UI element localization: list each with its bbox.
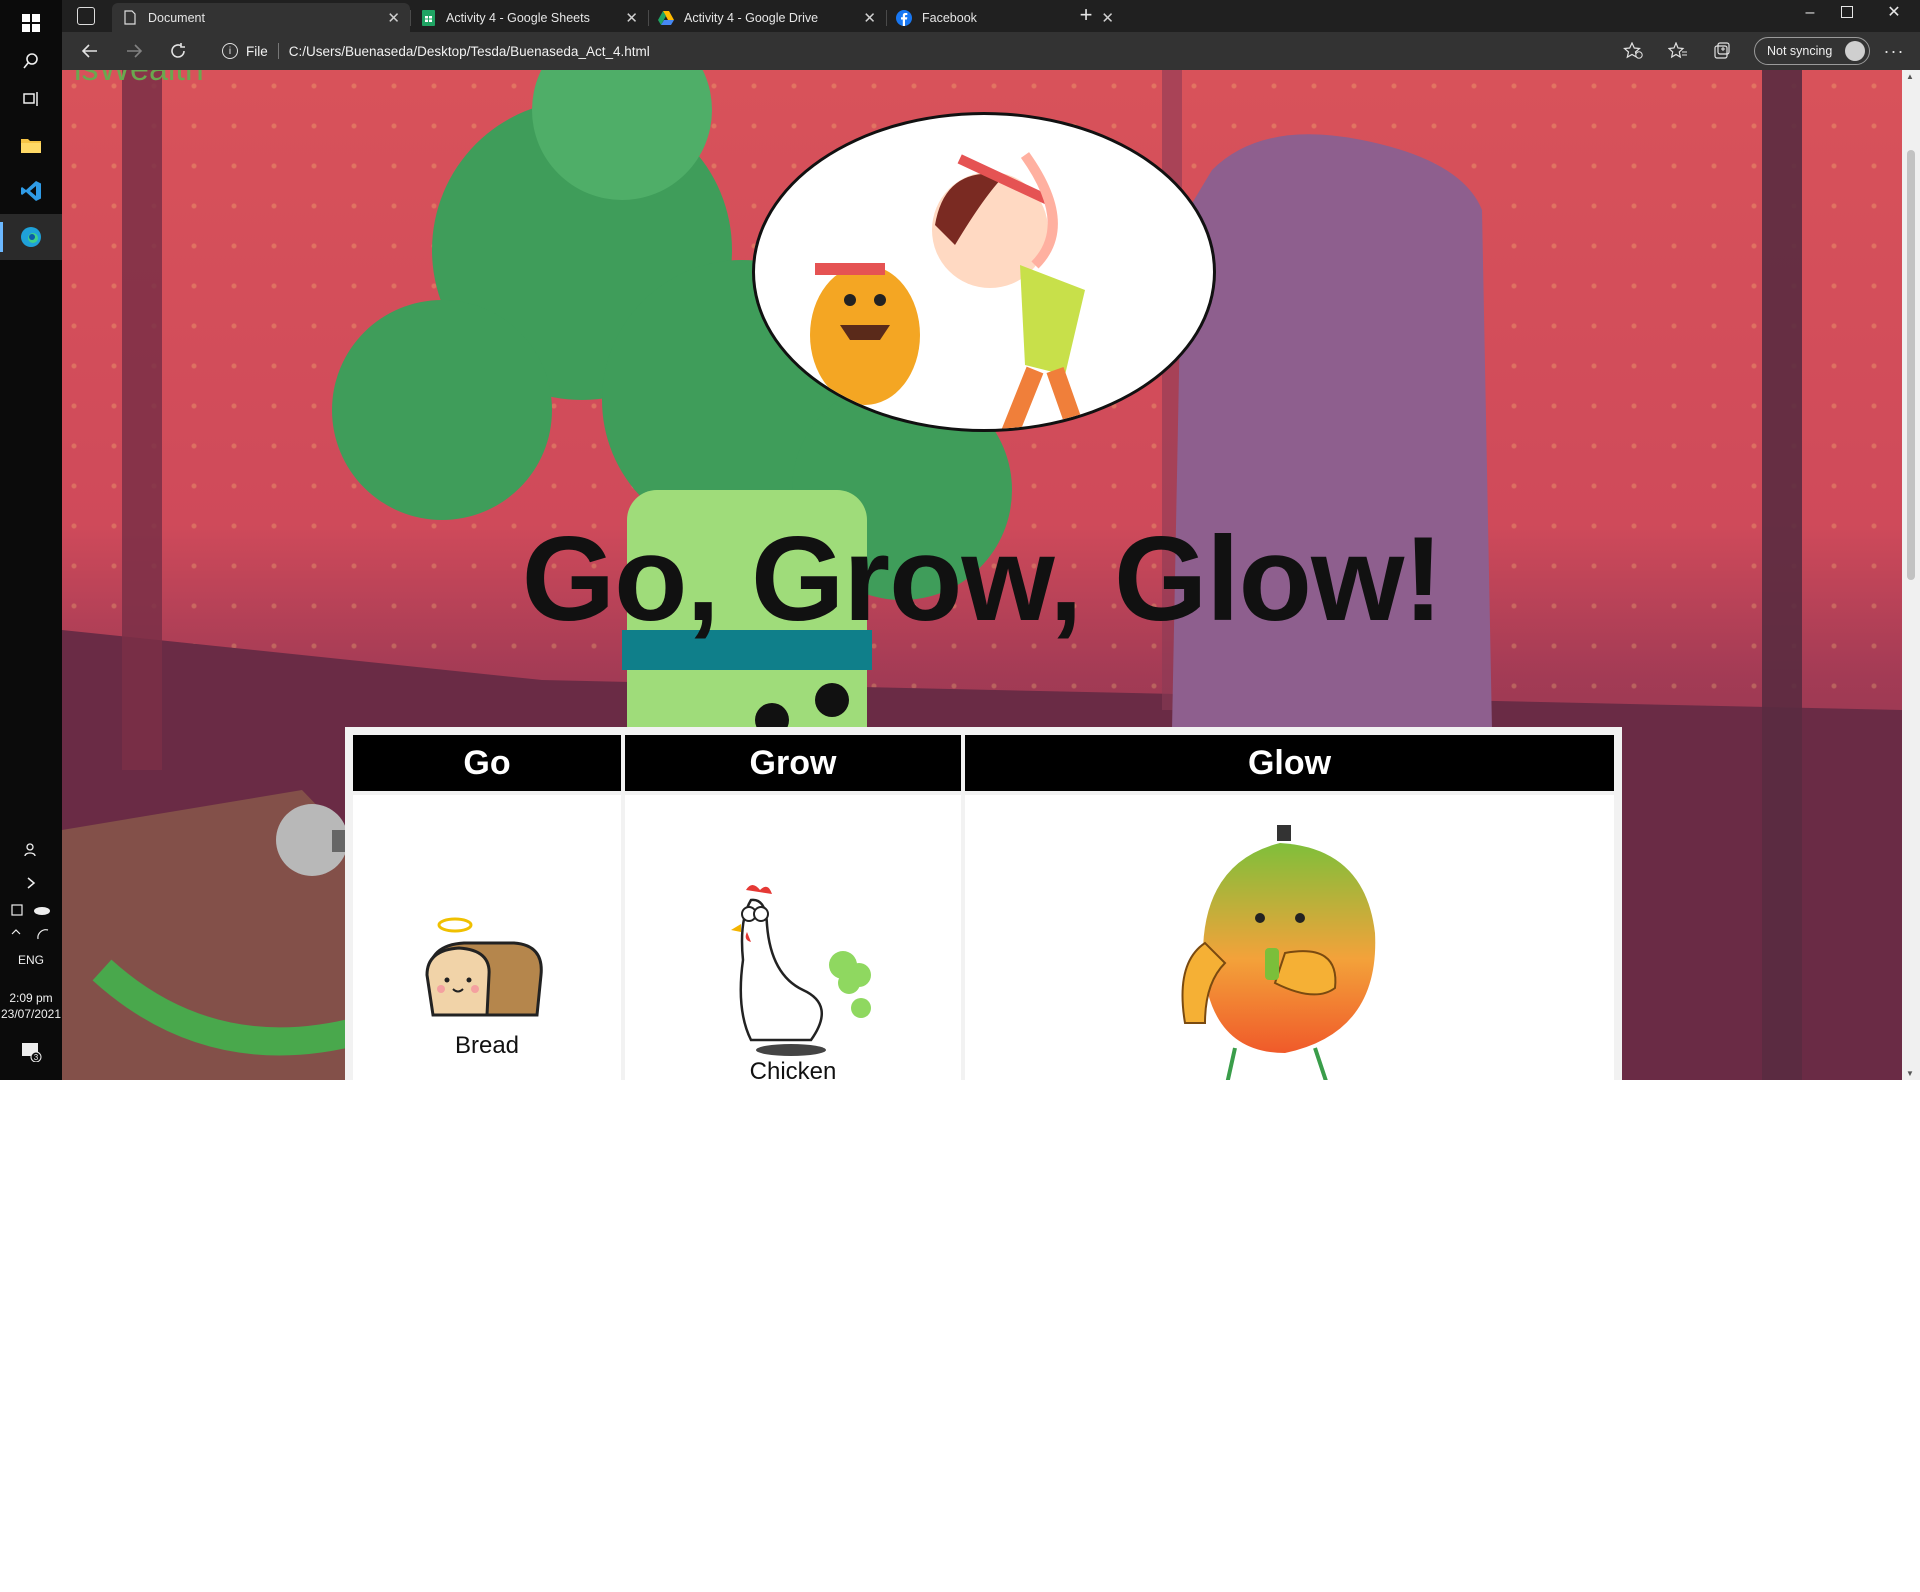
- language-indicator[interactable]: ENG: [0, 952, 62, 968]
- avatar: [1845, 41, 1865, 61]
- browser-toolbar: i File C:/Users/Buenaseda/Desktop/Tesda/…: [62, 32, 1920, 70]
- table-header-row: Go Grow Glow: [353, 735, 1614, 791]
- favorites-icon[interactable]: [1664, 38, 1692, 64]
- chicken-image: [731, 885, 871, 1056]
- people-icon[interactable]: [0, 842, 62, 858]
- page-viewport: isWealth Go, Grow, Glow!: [62, 70, 1902, 1080]
- task-view-icon[interactable]: [0, 76, 62, 122]
- refresh-button[interactable]: [164, 38, 192, 64]
- address-url[interactable]: C:/Users/Buenaseda/Desktop/Tesda/Buenase…: [289, 44, 650, 59]
- page-title: Go, Grow, Glow!: [521, 512, 1444, 646]
- tab-label: Facebook: [922, 10, 977, 25]
- address-bar[interactable]: i File C:/Users/Buenaseda/Desktop/Tesda/…: [212, 36, 1680, 66]
- close-icon[interactable]: ✕: [387, 9, 400, 27]
- address-scheme: File: [246, 43, 268, 59]
- edge-browser-icon[interactable]: [0, 214, 62, 260]
- tab-google-drive[interactable]: Activity 4 - Google Drive ✕: [648, 3, 886, 32]
- sync-label: Not syncing: [1767, 44, 1833, 58]
- cell-glow: [965, 795, 1614, 1080]
- taskbar: ENG 2:09 pm 23/07/2021 3: [0, 0, 62, 1080]
- chevron-right-icon[interactable]: [0, 876, 62, 890]
- profile-sync-button[interactable]: Not syncing: [1754, 37, 1870, 65]
- minimize-button[interactable]: –: [1798, 4, 1822, 28]
- tab-actions-icon[interactable]: [77, 7, 95, 25]
- facebook-icon: [896, 9, 912, 26]
- screen: ENG 2:09 pm 23/07/2021 3 Document ✕ Acti…: [0, 0, 1920, 1080]
- exercise-oval-image: [752, 112, 1216, 432]
- mango-image: [1181, 825, 1376, 1080]
- page-icon: [122, 10, 138, 26]
- table-row: Bread Chicken: [353, 795, 1614, 1080]
- more-options-icon[interactable]: ···: [1880, 38, 1908, 64]
- header-grow: Grow: [625, 735, 961, 791]
- google-drive-icon: [658, 10, 674, 26]
- address-divider: [277, 43, 279, 59]
- exercise-cartoon: [810, 152, 1086, 429]
- food-groups-table: Go Grow Glow Bread Chicken: [345, 727, 1622, 1080]
- google-sheets-icon: [420, 9, 436, 26]
- network-volume-icons[interactable]: [0, 926, 62, 942]
- bread-image: [425, 917, 543, 1017]
- food-label-bread: Bread: [454, 1032, 520, 1059]
- scroll-up-icon[interactable]: ▲: [1906, 72, 1914, 81]
- file-explorer-icon[interactable]: [0, 122, 62, 168]
- info-icon[interactable]: i: [222, 43, 238, 59]
- collections-icon[interactable]: [1708, 38, 1736, 64]
- vertical-scrollbar[interactable]: ▲ ▼: [1902, 70, 1920, 1080]
- tab-document[interactable]: Document ✕: [112, 3, 410, 32]
- close-icon[interactable]: ✕: [625, 9, 638, 27]
- tab-strip: Document ✕ Activity 4 - Google Sheets ✕ …: [62, 0, 1920, 32]
- forward-button[interactable]: [120, 38, 148, 64]
- scroll-down-icon[interactable]: ▼: [1906, 1069, 1914, 1078]
- vscode-icon[interactable]: [0, 168, 62, 214]
- clock-time[interactable]: 2:09 pm: [0, 990, 62, 1006]
- notification-center-icon[interactable]: 3: [0, 1042, 62, 1062]
- tab-label: Activity 4 - Google Sheets: [446, 10, 590, 25]
- add-favorite-icon[interactable]: [1619, 38, 1647, 64]
- cell-go: Bread: [353, 795, 621, 1080]
- header-glow: Glow: [965, 735, 1614, 791]
- clock-date[interactable]: 23/07/2021: [0, 1006, 62, 1022]
- scrollbar-thumb[interactable]: [1907, 150, 1915, 580]
- corner-text: isWealth: [74, 70, 204, 89]
- food-label-chicken: Chicken: [749, 1058, 837, 1080]
- close-icon[interactable]: ✕: [863, 9, 876, 27]
- back-button[interactable]: [76, 38, 104, 64]
- header-go: Go: [353, 735, 621, 791]
- cell-grow: Chicken: [625, 795, 961, 1080]
- svg-text:3: 3: [34, 1053, 39, 1062]
- tab-google-sheets[interactable]: Activity 4 - Google Sheets ✕: [410, 3, 648, 32]
- new-tab-button[interactable]: +: [1074, 4, 1098, 28]
- tab-label: Activity 4 - Google Drive: [684, 10, 819, 25]
- restore-button[interactable]: [1841, 6, 1853, 18]
- tray-icons[interactable]: [0, 902, 62, 918]
- close-icon[interactable]: ✕: [1101, 9, 1114, 27]
- close-window-button[interactable]: ✕: [1882, 2, 1906, 26]
- tab-label: Document: [148, 10, 205, 25]
